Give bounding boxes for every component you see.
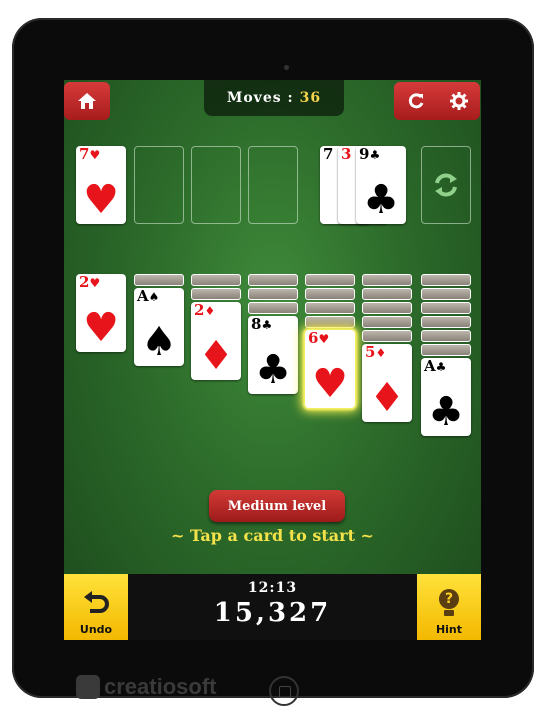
card-suit-pip: ♣ [428,389,464,435]
card-rank: A♠ [137,288,160,305]
face-down-card [191,274,241,286]
card-rank: 2♥ [79,274,101,291]
waste-top-card[interactable]: 9♣ ♣ [356,146,406,224]
card-suit-pip: ♦ [369,375,405,421]
card-rank: A♣ [424,358,447,375]
face-down-card [362,330,412,342]
card-rank: 5♦ [365,344,387,361]
brand-name: creatiosoft [104,674,217,699]
face-down-card [421,274,471,286]
foundation-slot-2[interactable] [134,146,184,224]
face-down-card [421,344,471,356]
card-suit-pip: ♥ [83,305,119,351]
card-suit-pip: ♥ [312,361,348,407]
face-down-card [305,274,355,286]
foundation-card[interactable]: 7♥ ♥ [76,146,126,224]
card-rank: 6♥ [308,330,330,347]
tableau-card-6[interactable]: 5♦ ♦ [362,344,412,422]
face-down-card [421,316,471,328]
level-button[interactable]: Medium level [209,490,345,522]
face-down-card [134,274,184,286]
face-down-card [248,302,298,314]
start-prompt: ~ Tap a card to start ~ [171,526,374,545]
tableau-card-3[interactable]: 2♦ ♦ [191,302,241,380]
card-rank: 3 [341,146,352,163]
bottom-bar: Undo 12:13 15,327 ? Hint [64,574,481,640]
card-suit-pip: ♥ [83,177,119,223]
card-rank: 9♣ [359,146,381,163]
face-down-card [248,288,298,300]
face-down-card [248,274,298,286]
face-down-card [362,316,412,328]
brand-watermark: creatiosoft [76,674,216,700]
tableau-card-1[interactable]: 2♥ ♥ [76,274,126,352]
foundation-slot-3[interactable] [191,146,241,224]
brand-logo-icon [76,675,100,699]
moves-value: 36 [299,90,322,106]
face-down-card [362,302,412,314]
card-rank: 7 [323,146,334,163]
lightbulb-icon: ? [438,589,460,617]
game-screen: Moves : 36 7♥ ♥ 7 3 9♣ ♣ 2♥ ♥ A♠ ♠ 2♦ ♦ … [64,80,481,640]
card-rank: 2♦ [194,302,216,319]
tableau-card-5-highlighted[interactable]: 6♥ ♥ [305,330,355,408]
moves-counter: Moves : 36 [204,80,344,116]
face-down-card [421,330,471,342]
face-down-card [362,288,412,300]
recycle-icon [435,173,457,197]
device-home-button[interactable] [269,676,299,706]
card-suit-pip: ♦ [198,333,234,379]
face-down-card [305,316,355,328]
face-down-card [421,302,471,314]
hint-label: Hint [435,623,463,636]
face-down-card [305,288,355,300]
camera-dot [284,65,289,70]
hint-symbol: ? [439,589,459,609]
hint-button[interactable]: ? Hint [417,574,481,640]
tableau-card-7[interactable]: A♣ ♣ [421,358,471,436]
foundation-slot-4[interactable] [248,146,298,224]
home-button[interactable] [64,82,110,120]
card-rank: 8♣ [251,316,273,333]
restart-icon[interactable] [407,92,425,110]
card-suit-pip: ♠ [141,319,177,365]
top-right-controls [394,82,480,120]
tableau-card-2[interactable]: A♠ ♠ [134,288,184,366]
card-suit-pip: ♣ [255,347,291,393]
face-down-card [421,288,471,300]
home-icon [78,93,96,109]
face-down-card [362,274,412,286]
tableau-card-4[interactable]: 8♣ ♣ [248,316,298,394]
stock-pile[interactable] [421,146,471,224]
gear-icon[interactable] [449,92,468,110]
face-down-card [191,288,241,300]
card-suit-pip: ♣ [363,177,399,223]
card-rank: 7♥ [79,146,101,163]
face-down-card [305,302,355,314]
moves-label: Moves : [226,90,294,106]
